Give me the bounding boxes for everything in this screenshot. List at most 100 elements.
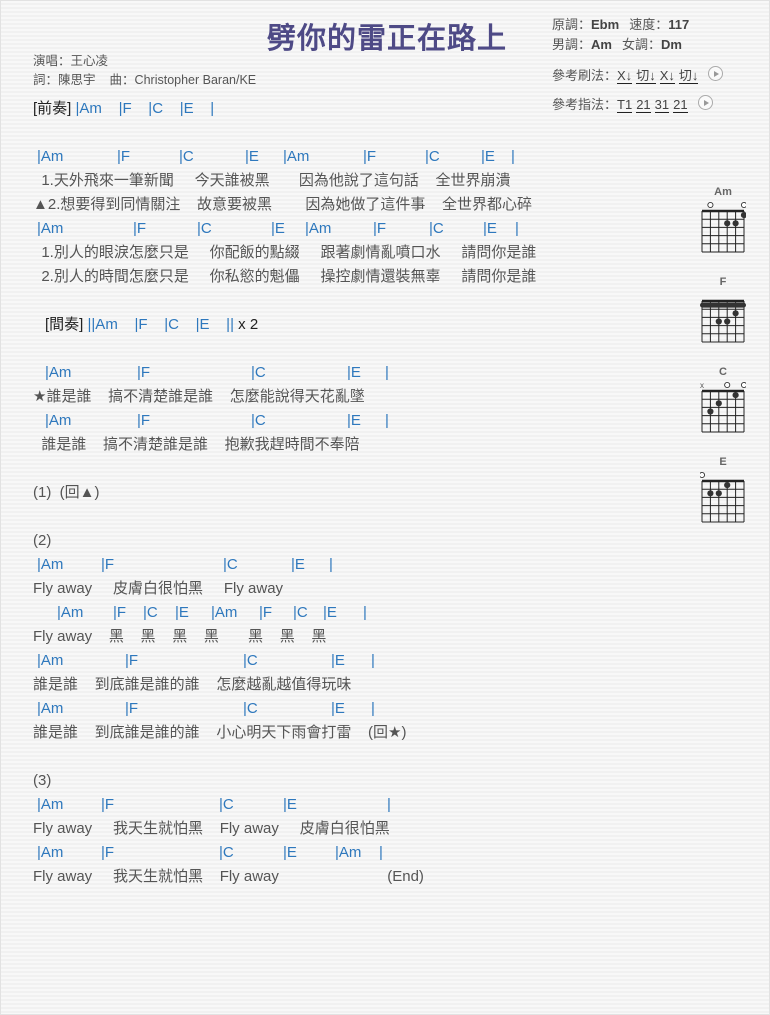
fingering-step: 31 bbox=[654, 97, 670, 113]
chord-grid bbox=[700, 299, 746, 343]
key-info: 原調：Ebm 速度：117 男調：Am 女調：Dm bbox=[552, 15, 689, 55]
interlude-chords: ||Am |F |C |E || bbox=[87, 316, 234, 333]
finger-dot bbox=[715, 490, 722, 497]
chord-symbol: |E bbox=[483, 220, 497, 237]
section-marker: (2) bbox=[33, 532, 52, 549]
chord-symbol: |Am bbox=[335, 844, 362, 861]
chord-symbol: |F bbox=[101, 796, 115, 813]
chord-symbol: |C bbox=[425, 148, 440, 165]
chord-symbol: |F bbox=[133, 220, 147, 237]
strum-label: 參考刷法： bbox=[552, 68, 618, 83]
repeat-count: x 2 bbox=[233, 316, 259, 333]
fingering-label: 參考指法： bbox=[552, 97, 618, 112]
chord-grid: x bbox=[700, 381, 746, 433]
chord-line: |Am |F |C |E |Am | bbox=[33, 841, 536, 865]
chord-symbol: |Am bbox=[305, 220, 332, 237]
chord-symbol: |Am bbox=[37, 700, 64, 717]
chord-symbol: |E bbox=[271, 220, 285, 237]
chord-symbol: | bbox=[371, 700, 375, 717]
chord-symbol: |Am bbox=[37, 652, 64, 669]
fingering-step: 21 bbox=[673, 97, 688, 113]
original-key-value: Ebm bbox=[591, 17, 620, 32]
male-key-label: 男調： bbox=[552, 37, 592, 52]
fingering-step: 21 bbox=[636, 97, 651, 113]
chord-line: |Am |F |C |E | bbox=[33, 361, 536, 385]
chord-symbol: |F bbox=[259, 604, 273, 621]
chord-line: |Am |F |C |E | bbox=[33, 697, 536, 721]
chord-diagram-name: F bbox=[719, 276, 727, 288]
chord-symbol: | bbox=[379, 844, 383, 861]
chord-symbol: |E bbox=[323, 604, 337, 621]
finger-dot bbox=[715, 400, 722, 407]
lyric-line: 1.別人的眼淚怎麼只是 你配飯的點綴 跟著劇情亂噴口水 請問你是誰 bbox=[33, 244, 537, 261]
lyric-line: 誰是誰 搞不清楚誰是誰 抱歉我趕時間不奉陪 bbox=[33, 436, 360, 453]
lyric-line: 誰是誰 到底誰是誰的誰 小心明天下雨會打雷 (回★) bbox=[33, 724, 407, 741]
writers-line: 詞：陳思宇 曲：Christopher Baran/KE bbox=[33, 71, 256, 90]
chord-symbol: | bbox=[515, 220, 519, 237]
chord-symbol: |Am bbox=[57, 604, 84, 621]
chord-symbol: |F bbox=[125, 652, 139, 669]
muted-string-icon: x bbox=[700, 381, 704, 390]
chord-line: |Am |F |C |E | bbox=[33, 409, 536, 433]
chord-symbol: |E bbox=[283, 796, 297, 813]
play-circle-icon[interactable] bbox=[708, 66, 724, 81]
chord-line: |Am |F |C |E | bbox=[33, 553, 536, 577]
lyric-line: Fly away 黑 黑 黑 黑 黑 黑 黑 bbox=[33, 628, 327, 645]
female-key-label: 女調： bbox=[621, 37, 661, 52]
intro-chords: |Am |F |C |E | bbox=[75, 100, 215, 117]
strum-step: 切↓ bbox=[636, 68, 656, 84]
chord-symbol: |F bbox=[113, 604, 127, 621]
open-string-icon bbox=[740, 201, 746, 209]
section-marker: (1) (回▲) bbox=[33, 484, 100, 501]
play-circle-icon[interactable] bbox=[697, 95, 713, 110]
chord-symbol: |C bbox=[223, 556, 238, 573]
open-string-icon bbox=[740, 381, 746, 389]
chord-symbol: |F bbox=[363, 148, 377, 165]
intro-line: [前奏] |Am |F |C |E | bbox=[33, 97, 536, 121]
chord-symbol: |C bbox=[243, 652, 258, 669]
chord-symbol: |F bbox=[101, 556, 115, 573]
strum-pattern: 參考刷法：X↓ 切↓ X↓ 切↓ bbox=[552, 65, 724, 84]
finger-dot bbox=[724, 220, 731, 227]
finger-dot bbox=[707, 490, 714, 497]
strum-step: X↓ bbox=[617, 68, 633, 84]
lyric-line: 1.天外飛來一筆新聞 今天誰被黑 因為他說了這句話 全世界崩潰 bbox=[33, 172, 511, 189]
credits: 演唱：王心凌 詞：陳思宇 曲：Christopher Baran/KE bbox=[33, 52, 256, 90]
chord-symbol: |Am bbox=[211, 604, 238, 621]
composer-label: 曲： bbox=[109, 73, 135, 87]
chord-symbol: |Am bbox=[37, 844, 64, 861]
chord-diagram-c: Cx bbox=[700, 365, 746, 437]
lyric-line: Fly away 我天生就怕黑 Fly away 皮膚白很怕黑 bbox=[33, 820, 390, 837]
chord-line: |Am |F |C |E |Am |F |C |E | bbox=[33, 601, 536, 625]
chord-grid bbox=[701, 201, 746, 253]
open-string-icon bbox=[700, 471, 706, 479]
chord-line: |Am |F |C |E | bbox=[33, 793, 536, 817]
chord-symbol: |E bbox=[245, 148, 259, 165]
chord-symbol: | bbox=[387, 796, 391, 813]
female-key-value: Dm bbox=[660, 37, 682, 52]
chord-diagram-e: E bbox=[700, 455, 746, 527]
chord-symbol: |E bbox=[347, 364, 361, 381]
lyric-line: 誰是誰 到底誰是誰的誰 怎麼越亂越值得玩味 bbox=[33, 676, 352, 693]
chord-symbol: |Am bbox=[37, 148, 64, 165]
singer-label: 演唱： bbox=[33, 54, 71, 68]
chord-diagram-name: Am bbox=[714, 186, 732, 198]
chord-symbol: |C bbox=[251, 412, 266, 429]
chord-symbol: |C bbox=[243, 700, 258, 717]
chord-line: |Am |F |C |E | bbox=[33, 649, 536, 673]
chord-symbol: |F bbox=[373, 220, 387, 237]
lyric-line: Fly away 我天生就怕黑 Fly away (End) bbox=[33, 868, 424, 885]
lyric-line: ★誰是誰 搞不清楚誰是誰 怎麼能說得天花亂墜 bbox=[33, 388, 365, 405]
open-string-icon bbox=[724, 381, 731, 389]
chord-symbol: |C bbox=[429, 220, 444, 237]
chord-symbol: |E bbox=[331, 700, 345, 717]
chord-symbol: |Am bbox=[37, 220, 64, 237]
chord-symbol: |E bbox=[347, 412, 361, 429]
male-key-value: Am bbox=[591, 37, 612, 52]
chord-symbol: |E bbox=[283, 844, 297, 861]
singer-line: 演唱：王心凌 bbox=[33, 52, 256, 71]
chord-symbol: |C bbox=[251, 364, 266, 381]
